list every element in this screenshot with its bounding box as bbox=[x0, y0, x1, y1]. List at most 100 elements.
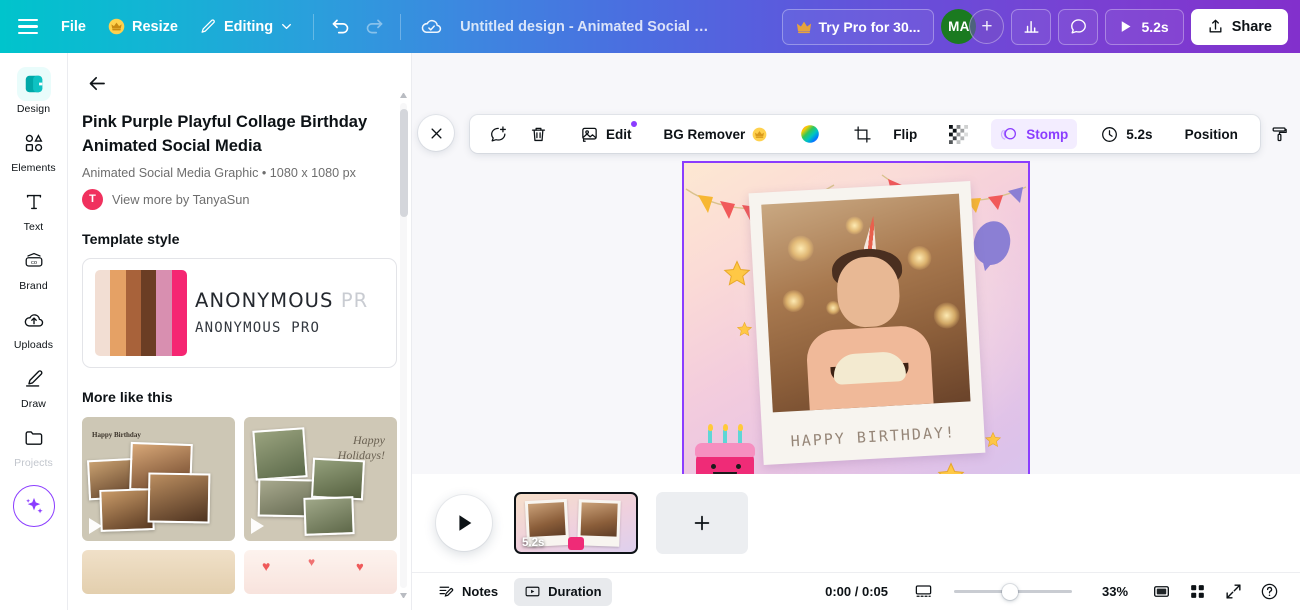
notes-icon bbox=[438, 583, 455, 600]
swatch-4[interactable] bbox=[156, 269, 172, 356]
notes-button[interactable]: Notes bbox=[428, 578, 508, 606]
duration-toggle-button[interactable]: Duration bbox=[514, 577, 612, 606]
elements-icon bbox=[17, 126, 51, 160]
swatch-0[interactable] bbox=[95, 269, 111, 356]
sidebar-item-elements[interactable]: Elements bbox=[5, 121, 63, 177]
scene-thumbnail-1[interactable]: 5.2s ♥ bbox=[514, 492, 638, 554]
crown-icon bbox=[108, 18, 125, 35]
flip-label: Flip bbox=[893, 126, 918, 142]
template-card-birthday[interactable]: Happy Birthday bbox=[82, 416, 235, 541]
sidebar-item-projects[interactable]: Projects bbox=[5, 416, 63, 472]
bg-remover-button[interactable]: BG Remover bbox=[655, 119, 777, 149]
add-page-button[interactable] bbox=[656, 492, 748, 554]
view-more-author-link[interactable]: View more by TanyaSun bbox=[112, 192, 250, 207]
sidebar-item-draw[interactable]: Draw bbox=[5, 357, 63, 413]
template-style-card[interactable]: ANONYMOUS PR ANONYMOUS PRO bbox=[82, 257, 397, 368]
design-canvas[interactable]: HAPPY BIRTHDAY! bbox=[682, 161, 1030, 509]
hamburger-icon[interactable] bbox=[18, 19, 38, 34]
panel-scrollbar[interactable] bbox=[398, 91, 409, 600]
sidebar-item-design[interactable]: Design bbox=[5, 62, 63, 118]
swatch-2[interactable] bbox=[125, 269, 141, 356]
font-preview: ANONYMOUS PR ANONYMOUS PRO bbox=[187, 259, 396, 367]
template-style-heading: Template style bbox=[82, 231, 180, 248]
sidebar-item-brand[interactable]: co Brand bbox=[5, 239, 63, 295]
redo-button[interactable] bbox=[357, 10, 391, 44]
sidebar-item-text[interactable]: Text bbox=[5, 180, 63, 236]
add-collaborator-button[interactable]: + bbox=[969, 9, 1005, 44]
scroll-down-arrow-icon[interactable] bbox=[400, 593, 407, 598]
transparency-button[interactable] bbox=[940, 119, 977, 149]
more-like-this-grid: Happy Birthday Happy Holidays! ♥ ♥ ♥ bbox=[82, 416, 397, 594]
editor-area: Edit BG Remover Flip Stomp 5.2s Position… bbox=[412, 53, 1300, 610]
new-badge-dot bbox=[630, 121, 637, 127]
template-card-label: Happy Birthday bbox=[92, 430, 141, 439]
timeline-play-button[interactable] bbox=[436, 495, 492, 551]
editing-mode-button[interactable]: Editing bbox=[189, 11, 304, 42]
grid-view-icon[interactable] bbox=[1182, 578, 1212, 606]
scroll-up-arrow-icon[interactable] bbox=[400, 93, 407, 98]
fit-screen-icon[interactable] bbox=[1146, 578, 1176, 606]
more-like-this-heading: More like this bbox=[82, 389, 173, 406]
left-rail: Design Elements Text co Brand Uploads Dr… bbox=[0, 53, 68, 610]
svg-text:co: co bbox=[31, 260, 37, 266]
duration-button[interactable]: 5.2s bbox=[1091, 119, 1161, 149]
template-card-beige[interactable] bbox=[82, 549, 235, 594]
avatar: T bbox=[82, 188, 103, 210]
scrollbar-thumb[interactable] bbox=[399, 109, 408, 217]
paint-roller-icon[interactable] bbox=[1261, 119, 1298, 149]
swatch-3[interactable] bbox=[140, 269, 157, 356]
birthday-photo bbox=[761, 193, 971, 413]
color-wheel-button[interactable] bbox=[790, 119, 830, 149]
projects-icon bbox=[17, 421, 51, 455]
author-row[interactable]: T View more by TanyaSun bbox=[82, 188, 397, 210]
help-icon[interactable] bbox=[1254, 578, 1284, 606]
animate-button[interactable] bbox=[480, 119, 517, 149]
polaroid-photo-frame[interactable]: HAPPY BIRTHDAY! bbox=[748, 181, 986, 465]
preview-play-button[interactable]: 5.2s bbox=[1105, 8, 1184, 45]
sidebar-item-uploads[interactable]: Uploads bbox=[5, 298, 63, 354]
template-card-hearts[interactable]: ♥ ♥ ♥ bbox=[244, 549, 397, 594]
uploads-icon bbox=[17, 303, 51, 337]
crop-button[interactable] bbox=[844, 119, 881, 149]
birthday-caption[interactable]: HAPPY BIRTHDAY! bbox=[762, 422, 985, 452]
swatch-1[interactable] bbox=[110, 269, 126, 356]
panel-header bbox=[68, 53, 411, 104]
zoom-percent-label[interactable]: 33% bbox=[1098, 584, 1132, 599]
fullscreen-icon[interactable] bbox=[1218, 578, 1248, 606]
duration-label: 5.2s bbox=[1126, 126, 1153, 142]
text-icon bbox=[17, 185, 51, 219]
delete-button[interactable] bbox=[520, 119, 557, 149]
template-card-holidays[interactable]: Happy Holidays! bbox=[244, 416, 397, 541]
close-panel-button[interactable] bbox=[418, 115, 454, 151]
insights-button[interactable] bbox=[1011, 8, 1052, 45]
document-title[interactable]: Untitled design - Animated Social Medi..… bbox=[450, 12, 720, 42]
position-button[interactable]: Position bbox=[1176, 119, 1247, 149]
comment-button[interactable] bbox=[1058, 8, 1099, 45]
sidebar-label-brand: Brand bbox=[19, 280, 48, 292]
magic-sparkle-icon[interactable] bbox=[12, 485, 55, 527]
position-label: Position bbox=[1184, 126, 1238, 142]
zoom-slider[interactable] bbox=[950, 578, 1076, 606]
page-title: Pink Purple Playful Collage Birthday Ani… bbox=[82, 113, 368, 155]
share-button[interactable]: Share bbox=[1190, 8, 1288, 45]
swatch-5[interactable] bbox=[171, 269, 187, 356]
try-pro-button[interactable]: Try Pro for 30... bbox=[781, 8, 935, 45]
cake bbox=[832, 350, 907, 385]
edit-image-button[interactable]: Edit bbox=[571, 119, 641, 149]
scene-duration-label: 5.2s bbox=[522, 537, 545, 549]
undo-button[interactable] bbox=[323, 10, 357, 44]
sidebar-label-elements: Elements bbox=[11, 162, 56, 174]
status-bar: Notes Duration 0:00 / 0:05 33% bbox=[412, 572, 1300, 610]
zoom-slider-knob[interactable] bbox=[1002, 583, 1018, 600]
cloud-saved-icon[interactable] bbox=[414, 10, 448, 44]
file-menu-button[interactable]: File bbox=[50, 12, 97, 42]
back-arrow-icon[interactable] bbox=[82, 68, 112, 98]
timeline-view-icon[interactable] bbox=[908, 578, 938, 606]
top-bar-right-group: Try Pro for 30... MA + 5.2s Share bbox=[781, 8, 1288, 45]
flip-button[interactable]: Flip bbox=[884, 119, 926, 149]
font-secondary-sample: ANONYMOUS PRO bbox=[195, 320, 321, 337]
animation-button[interactable]: Stomp bbox=[991, 119, 1078, 149]
resize-button[interactable]: Resize bbox=[97, 11, 189, 42]
play-icon bbox=[89, 517, 102, 534]
sidebar-label-draw: Draw bbox=[21, 398, 46, 410]
